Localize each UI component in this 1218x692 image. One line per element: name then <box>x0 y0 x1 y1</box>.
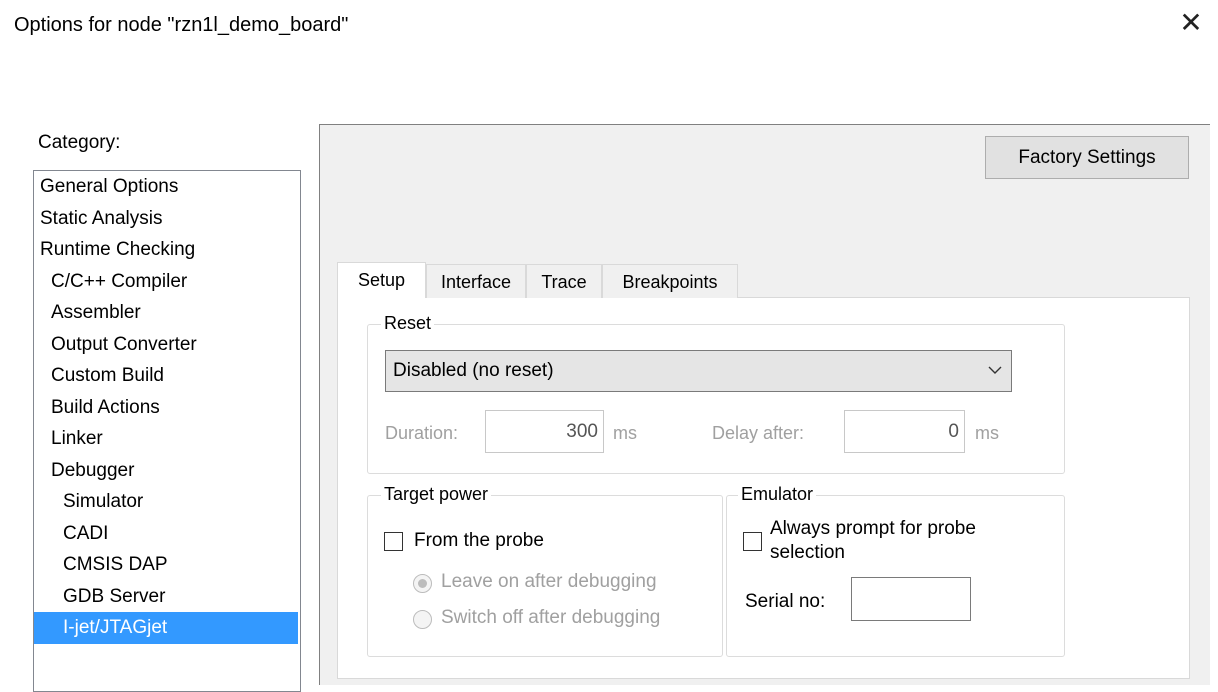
close-icon[interactable]: ✕ <box>1176 8 1206 38</box>
delay-after-field[interactable]: 0 <box>844 410 965 453</box>
switch-off-label: Switch off after debugging <box>441 607 661 628</box>
serial-no-label: Serial no: <box>745 591 826 612</box>
category-item-gdb-server[interactable]: GDB Server <box>34 581 300 613</box>
duration-field[interactable]: 300 <box>485 410 604 453</box>
category-item-cpp-compiler[interactable]: C/C++ Compiler <box>34 266 300 298</box>
category-item-debugger[interactable]: Debugger <box>34 455 300 487</box>
category-list[interactable]: General Options Static Analysis Runtime … <box>33 170 301 692</box>
target-power-legend: Target power <box>381 484 492 505</box>
duration-label: Duration: <box>385 423 459 443</box>
reset-legend: Reset <box>381 313 435 334</box>
category-item-simulator[interactable]: Simulator <box>34 486 300 518</box>
category-item-runtime-checking[interactable]: Runtime Checking <box>34 234 300 266</box>
category-item-assembler[interactable]: Assembler <box>34 297 300 329</box>
tab-trace[interactable]: Trace <box>526 264 602 298</box>
category-item-general-options[interactable]: General Options <box>34 171 300 203</box>
duration-unit: ms <box>613 423 637 443</box>
emulator-legend: Emulator <box>738 484 817 505</box>
tab-setup[interactable]: Setup <box>337 262 426 298</box>
category-item-cadi[interactable]: CADI <box>34 518 300 550</box>
category-item-ijet-jtagjet[interactable]: I-jet/JTAGjet <box>34 612 298 644</box>
delay-after-label: Delay after: <box>712 423 805 443</box>
chevron-down-icon <box>988 366 1002 374</box>
always-prompt-checkbox[interactable] <box>743 532 762 551</box>
from-probe-label: From the probe <box>414 530 544 551</box>
always-prompt-label-line1: Always prompt for probe <box>770 518 976 539</box>
switch-off-radio[interactable] <box>413 610 432 629</box>
radio-selected-dot <box>418 579 427 588</box>
tab-breakpoints[interactable]: Breakpoints <box>602 264 738 298</box>
category-item-custom-build[interactable]: Custom Build <box>34 360 300 392</box>
category-item-cmsis-dap[interactable]: CMSIS DAP <box>34 549 300 581</box>
category-item-linker[interactable]: Linker <box>34 423 300 455</box>
delay-after-unit: ms <box>975 423 999 443</box>
category-item-static-analysis[interactable]: Static Analysis <box>34 203 300 235</box>
leave-on-label: Leave on after debugging <box>441 571 657 592</box>
window-title: Options for node "rzn1l_demo_board" <box>14 14 349 36</box>
category-item-build-actions[interactable]: Build Actions <box>34 392 300 424</box>
reset-mode-select[interactable]: Disabled (no reset) <box>385 350 1012 392</box>
reset-mode-value: Disabled (no reset) <box>393 360 554 381</box>
tab-interface[interactable]: Interface <box>426 264 526 298</box>
category-label: Category: <box>38 132 121 153</box>
always-prompt-label-line2: selection <box>770 542 845 563</box>
leave-on-radio[interactable] <box>413 574 432 593</box>
category-item-output-converter[interactable]: Output Converter <box>34 329 300 361</box>
from-probe-checkbox[interactable] <box>384 532 403 551</box>
serial-no-field[interactable] <box>851 577 971 621</box>
factory-settings-button[interactable]: Factory Settings <box>985 136 1189 179</box>
